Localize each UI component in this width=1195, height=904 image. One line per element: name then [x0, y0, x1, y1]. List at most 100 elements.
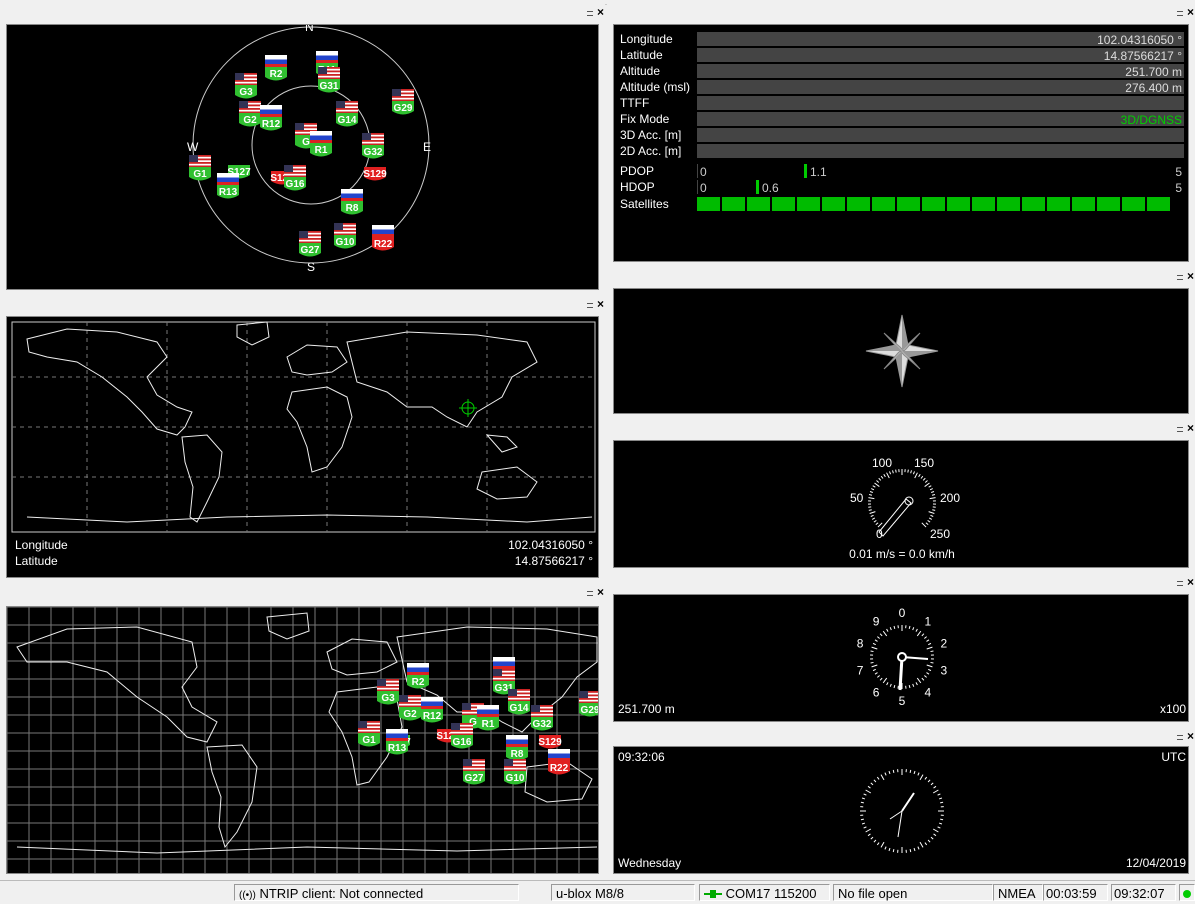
dial-tick — [874, 780, 876, 782]
dial-tick — [908, 470, 909, 473]
satellite-id: G10 — [336, 237, 355, 248]
satellite-marker[interactable]: R2 — [407, 663, 429, 689]
satellite-marker[interactable]: G10 — [334, 223, 356, 249]
hdop-indicator — [756, 180, 759, 194]
satellite-id: R12 — [262, 119, 281, 130]
satellite-marker[interactable]: G31 — [318, 67, 340, 93]
panel-grip-icon[interactable] — [1177, 275, 1183, 280]
satellite-marker[interactable]: R13 — [217, 173, 239, 199]
map-latitude-value: 14.87566217 ° — [515, 554, 593, 568]
compass-north: N — [305, 25, 314, 34]
satellite-marker[interactable]: R12 — [260, 105, 282, 131]
close-icon[interactable]: × — [1187, 730, 1194, 742]
dial-tick — [926, 673, 929, 675]
dial-tick — [893, 849, 894, 852]
dial-tick — [924, 637, 926, 639]
panel-grip-icon[interactable] — [587, 11, 593, 16]
satellite-marker[interactable]: R22 — [372, 225, 394, 251]
port-status[interactable]: COM17 115200 — [699, 884, 830, 901]
close-icon[interactable]: × — [597, 586, 604, 598]
satellite-id: R13 — [219, 187, 238, 198]
panel-grip-icon[interactable] — [1177, 581, 1183, 586]
satellite-marker[interactable]: G3 — [377, 679, 399, 705]
satellite-marker[interactable]: R2 — [265, 55, 287, 81]
sky-view-panel: × N S E W R2R11G31G3G29G2R12G14GR1G32G1S… — [0, 4, 605, 294]
pdop-value: 1.1 — [810, 164, 827, 180]
satellite-id: G14 — [510, 703, 529, 714]
info-row: Altitude (msl)276.400 m — [614, 79, 1188, 95]
close-icon[interactable]: × — [1187, 270, 1194, 282]
close-icon[interactable]: × — [1187, 422, 1194, 434]
satellite-marker[interactable]: G16 — [284, 165, 306, 191]
dial-tick — [880, 678, 882, 680]
satellite-marker[interactable]: G3 — [235, 73, 257, 99]
altimeter-digit: 6 — [873, 686, 880, 700]
satellite-marker[interactable]: R8 — [506, 735, 528, 761]
satellite-marker[interactable]: G1 — [358, 721, 380, 747]
satellite-marker[interactable]: G32 — [531, 705, 553, 731]
dial-tick — [879, 478, 881, 480]
satellite-marker[interactable]: G10 — [504, 759, 526, 785]
satellite-marker[interactable]: R22 — [548, 749, 570, 775]
fix-indicator — [1179, 884, 1195, 901]
panel-grip-icon[interactable] — [1177, 735, 1183, 740]
dial-tick — [871, 662, 874, 663]
altimeter-gauge: 251.700 m x100 0123456789 — [614, 595, 1189, 721]
panel-grip-icon[interactable] — [1177, 11, 1183, 16]
satellite-marker[interactable]: G1 — [189, 155, 211, 181]
panel-grip-icon[interactable] — [587, 591, 593, 596]
receiver-text: u-blox M8/8 — [556, 886, 624, 901]
close-icon[interactable]: × — [597, 298, 604, 310]
dial-tick — [913, 471, 914, 474]
satellite-segment — [897, 197, 920, 211]
close-icon[interactable]: × — [1187, 576, 1194, 588]
satellite-marker[interactable]: G29 — [392, 89, 414, 115]
satellite-segment — [1022, 197, 1045, 211]
dial-tick — [911, 470, 912, 473]
satellite-marker[interactable]: G27 — [299, 231, 321, 257]
dial-tick — [889, 471, 890, 474]
satellite-marker[interactable]: R1 — [477, 705, 499, 731]
satellite-marker[interactable]: G32 — [362, 133, 384, 159]
dial-tick — [927, 665, 933, 667]
dial-tick — [871, 515, 874, 516]
satellite-id: R2 — [412, 677, 425, 688]
dial-tick — [894, 626, 895, 629]
info-row-value: 102.04316050 ° — [697, 32, 1184, 46]
close-icon[interactable]: × — [1187, 6, 1194, 18]
satellite-marker[interactable]: G2 — [399, 695, 421, 721]
satellite-marker[interactable]: S129 — [538, 735, 562, 749]
panel-grip-icon[interactable] — [1177, 427, 1183, 432]
dial-tick — [928, 669, 931, 670]
fix-status-icon — [1183, 890, 1191, 898]
satellite-segment — [797, 197, 820, 211]
satellite-marker[interactable]: G2 — [239, 101, 261, 127]
dial-tick — [913, 627, 914, 630]
satellite-marker[interactable]: S129 — [363, 167, 387, 181]
satellite-marker[interactable]: R8 — [341, 189, 363, 215]
satellite-id: G3 — [239, 87, 253, 98]
dial-tick — [866, 790, 871, 793]
satellite-segment — [947, 197, 970, 211]
close-icon[interactable]: × — [597, 6, 604, 18]
hdop-bar: 0 0.6 5 — [697, 180, 1184, 194]
info-row: 2D Acc. [m] — [614, 143, 1188, 159]
info-row-label: Fix Mode — [620, 111, 700, 127]
speed-readout: 0.01 m/s = 0.0 km/h — [849, 547, 955, 561]
dial-tick — [885, 773, 886, 776]
satellite-marker[interactable]: R12 — [421, 697, 443, 723]
receiver-status[interactable]: u-blox M8/8 — [551, 884, 695, 901]
satellite-marker[interactable]: G14 — [336, 101, 358, 127]
satellite-marker[interactable]: G16 — [451, 723, 473, 749]
file-status[interactable]: No file open — [833, 884, 993, 901]
dial-tick — [872, 665, 878, 667]
panel-grip-icon[interactable] — [587, 303, 593, 308]
satellite-marker[interactable]: G29 — [579, 691, 599, 717]
dial-tick — [925, 483, 930, 487]
satellite-marker[interactable]: G27 — [463, 759, 485, 785]
ntrip-status[interactable]: ((•)) NTRIP client: Not connected — [234, 884, 519, 901]
satellite-marker[interactable]: G14 — [508, 689, 530, 715]
protocol-status[interactable]: NMEA — [993, 884, 1043, 901]
satellite-marker[interactable]: R13 — [386, 729, 408, 755]
satellite-marker[interactable]: R1 — [310, 131, 332, 157]
